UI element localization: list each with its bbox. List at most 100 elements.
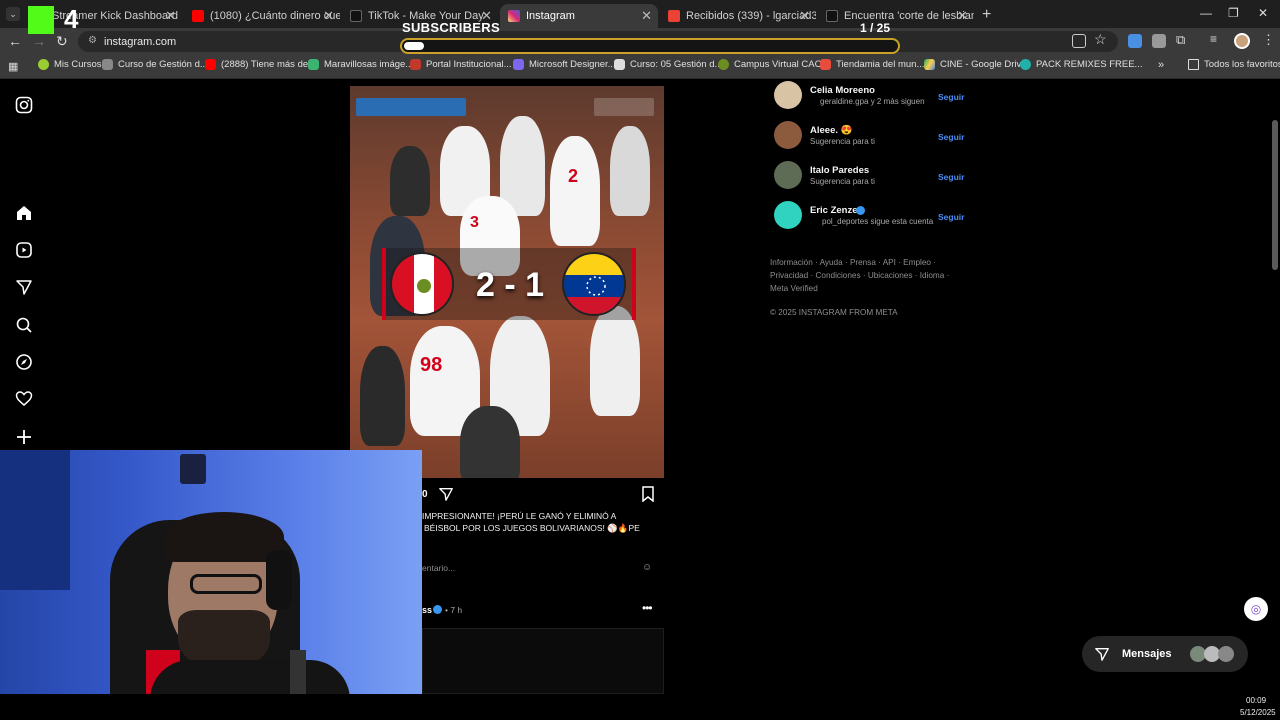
person-hair (164, 512, 284, 562)
clock-time: 00:09 (1246, 696, 1267, 705)
bookmark-item[interactable]: CINE - Google Drive (924, 59, 1027, 70)
follow-button[interactable]: Seguir (938, 132, 964, 142)
tab-instagram[interactable]: Instagram ✕ (500, 4, 658, 28)
heart-icon[interactable] (14, 390, 34, 410)
explore-icon[interactable] (14, 353, 34, 373)
verified-badge-icon (433, 605, 442, 614)
bookmark-item[interactable]: Curso: 05 Gestión d... (614, 59, 722, 70)
footer-links[interactable]: Privacidad · Condiciones · Ubicaciones ·… (770, 271, 949, 280)
instagram-logo-icon[interactable] (14, 96, 34, 116)
folder-icon (1188, 59, 1199, 70)
google-drive-icon (924, 59, 935, 70)
home-icon[interactable] (14, 204, 34, 224)
avatar[interactable] (774, 81, 802, 109)
bookmark-item[interactable]: Mis Cursos (38, 59, 102, 70)
all-bookmarks-folder[interactable]: Todos los favoritos (1188, 59, 1280, 70)
likes-count-fragment: 0 (422, 489, 428, 500)
follow-button[interactable]: Seguir (938, 92, 964, 102)
next-post-time: • 7 h (445, 605, 463, 615)
emoji-icon[interactable]: ☺ (642, 562, 652, 573)
reload-icon[interactable]: ↻ (56, 33, 68, 50)
next-post-author[interactable]: ss (422, 605, 432, 615)
tab-gmail[interactable]: Recibidos (339) - lgarciad30@g ✕ (660, 4, 816, 28)
browser-menu-icon[interactable]: ⋮ (1262, 32, 1275, 48)
bookmarks-bar: ▦ Mis Cursos Curso de Gestión d... (2888… (0, 55, 1280, 79)
forward-icon[interactable]: → (32, 33, 46, 49)
minimize-icon[interactable]: — (1200, 6, 1212, 20)
footer-links[interactable]: Meta Verified (770, 284, 818, 293)
follow-button[interactable]: Seguir (938, 212, 964, 222)
tab-youtube[interactable]: (1080) ¿Cuánto dinero cuesta fa ✕ (184, 4, 340, 28)
save-bookmark-icon[interactable] (641, 486, 655, 507)
broadcast-score-strip (356, 98, 466, 116)
bookmark-item[interactable]: Portal Institucional... (410, 59, 512, 70)
profile-avatar[interactable] (1234, 33, 1250, 49)
bookmark-item[interactable]: Curso de Gestión d... (102, 59, 208, 70)
bookmark-star-icon[interactable]: ☆ (1094, 31, 1107, 48)
bookmark-item[interactable]: PACK REMIXES FREE... (1020, 59, 1142, 70)
bookmark-favicon-icon (614, 59, 625, 70)
restore-icon[interactable]: ❐ (1228, 6, 1239, 20)
url-text: instagram.com (104, 35, 177, 48)
bookmark-item[interactable]: (2888) Tiene más de... (205, 59, 316, 70)
close-tab-icon[interactable]: ✕ (323, 8, 334, 24)
bookmark-item[interactable]: Campus Virtual CAC... (718, 59, 829, 70)
player-figure (360, 346, 405, 446)
webcam-feed (0, 450, 422, 720)
more-options-icon[interactable]: ••• (642, 601, 653, 615)
tab-tiktok-search[interactable]: Encuentra 'corte de lesbiana' en ✕ (818, 4, 974, 28)
more-bookmarks-icon[interactable]: » (1158, 59, 1164, 71)
avatar[interactable] (774, 201, 802, 229)
site-info-icon[interactable]: ⚙ (88, 35, 97, 46)
messages-button[interactable]: Mensajes (1082, 636, 1248, 672)
bookmark-favicon-icon (38, 59, 49, 70)
reels-icon[interactable] (14, 241, 34, 261)
browser-tab-strip: ⌄ Streamer Kick Dashboard ✕ (1080) ¿Cuán… (0, 0, 1280, 28)
player-figure (610, 126, 650, 216)
create-icon[interactable] (14, 428, 34, 448)
bookmark-item[interactable]: Microsoft Designer... (513, 59, 616, 70)
comment-input[interactable]: entario... (422, 563, 455, 573)
close-tab-icon[interactable]: ✕ (799, 8, 810, 24)
new-tab-button[interactable]: + (982, 6, 991, 24)
suggestion-name[interactable]: Eric Zenze (810, 205, 858, 216)
reading-list-icon[interactable]: ≡ (1210, 32, 1217, 46)
post-caption-line: BÉISBOL POR LOS JUEGOS BOLIVARIANOS! ⚾🔥P… (424, 523, 640, 533)
follow-button[interactable]: Seguir (938, 172, 964, 182)
suggestion-name[interactable]: Aleee. 😍 (810, 125, 852, 136)
jersey-number: 2 (568, 166, 579, 186)
score-text: 2 - 1 (476, 266, 545, 304)
headphones (266, 550, 292, 610)
avatar[interactable] (774, 161, 802, 189)
bookmark-item[interactable]: Tiendamia del mun... (820, 59, 924, 70)
glasses (190, 574, 262, 594)
page-scrollbar[interactable] (1272, 120, 1278, 270)
avatar (1218, 646, 1234, 662)
close-tab-icon[interactable]: ✕ (165, 8, 176, 24)
suggestion-name[interactable]: Italo Paredes (810, 165, 869, 176)
extensions-puzzle-icon[interactable]: ⧉ (1176, 32, 1185, 48)
bookmark-item[interactable]: Maravillosas imáge... (308, 59, 413, 70)
close-tab-icon[interactable]: ✕ (957, 8, 968, 24)
send-icon[interactable] (14, 278, 34, 298)
back-icon[interactable]: ← (8, 33, 22, 49)
avatar[interactable] (774, 121, 802, 149)
apps-grid-icon[interactable]: ▦ (8, 60, 18, 73)
search-icon[interactable] (14, 316, 34, 336)
bookmark-favicon-icon (308, 59, 319, 70)
clock-date: 5/12/2025 (1240, 708, 1276, 717)
install-app-icon[interactable] (1072, 34, 1086, 48)
share-icon[interactable] (438, 486, 454, 507)
close-window-icon[interactable]: ✕ (1258, 6, 1268, 20)
extension-grey-icon[interactable] (1152, 34, 1166, 48)
next-post-media[interactable] (422, 628, 664, 694)
extension-blue-icon[interactable] (1128, 34, 1142, 48)
bookmark-favicon-icon (718, 59, 729, 70)
messages-label: Mensajes (1122, 648, 1172, 660)
close-tab-icon[interactable]: ✕ (641, 8, 652, 24)
post-media[interactable]: 98 3 2 2 - 1 (350, 86, 664, 478)
suggestion-name[interactable]: Celia Moreeno (810, 85, 875, 96)
tab-search-icon[interactable]: ⌄ (6, 7, 20, 21)
meta-ai-icon[interactable]: ◎ (1244, 597, 1268, 621)
footer-links[interactable]: Información · Ayuda · Prensa · API · Emp… (770, 258, 936, 267)
